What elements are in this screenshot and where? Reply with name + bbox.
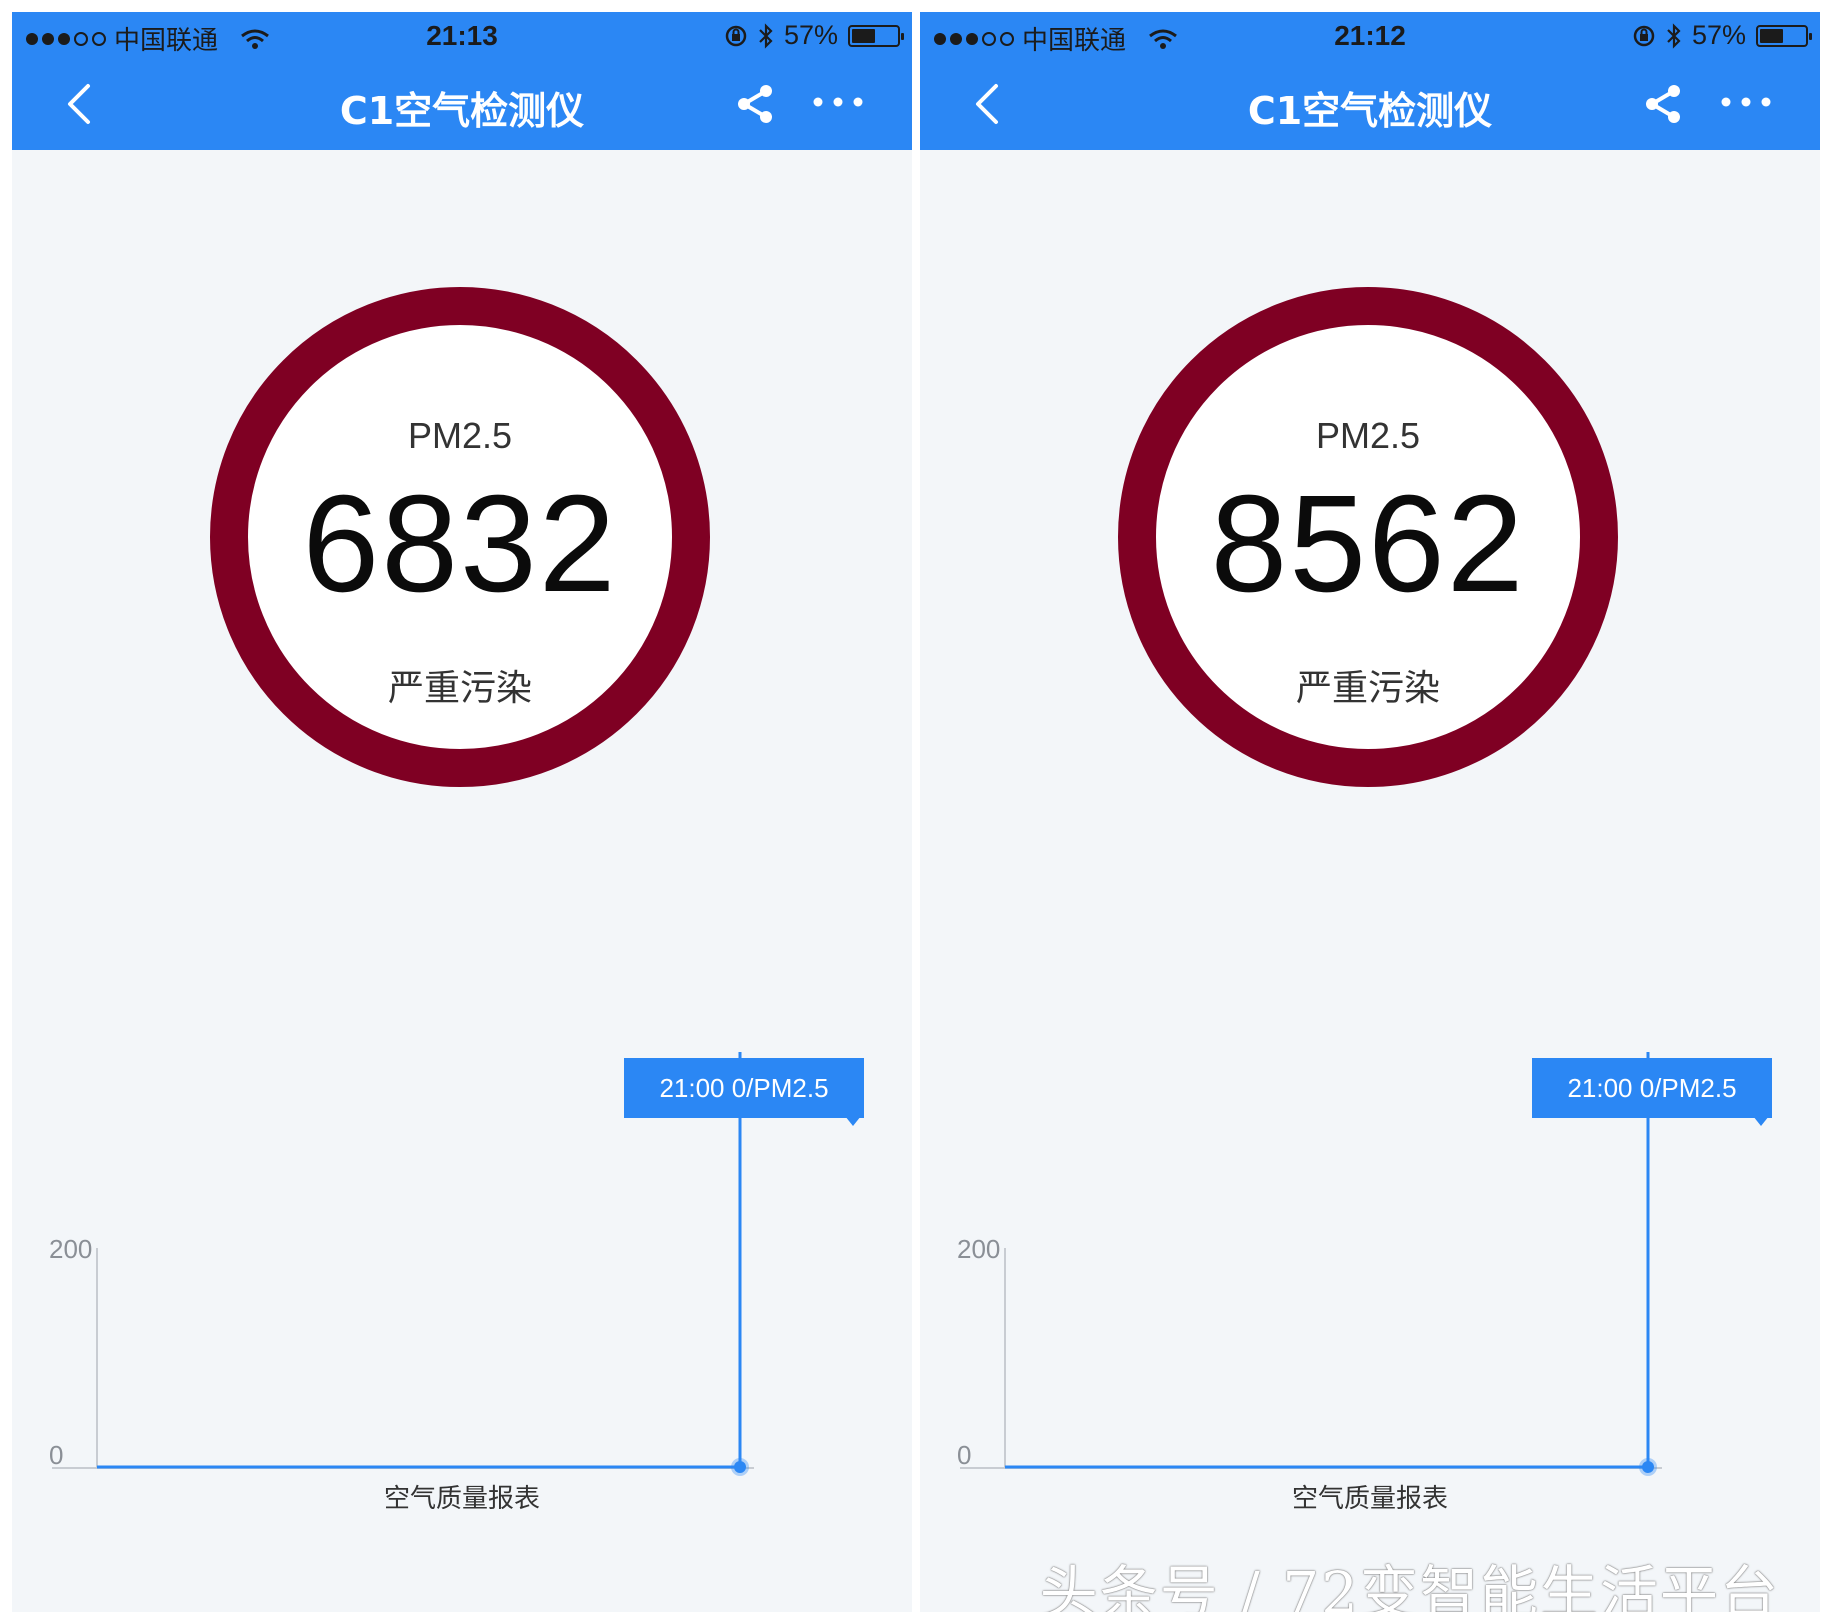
gauge-label: PM2.5: [1315, 415, 1421, 456]
y-tick-label: 200: [957, 1234, 1000, 1264]
chart-tooltip: 21:00 0/PM2.5: [624, 1058, 864, 1118]
chart-caption: 空气质量报表: [1291, 1484, 1448, 1514]
status-right: 57%: [724, 20, 904, 51]
pm25-gauge: PM2.5 8562 严重污染: [1118, 287, 1618, 787]
bluetooth-icon: [1667, 22, 1681, 49]
y-tick-label: 0: [957, 1440, 971, 1470]
screenshot-stage: 中国联通 21:13 57% C1空气检测仪 PM2.5 6832 严重污染 2…: [0, 0, 1830, 1624]
gauge-value: 6832: [302, 467, 618, 621]
more-icon[interactable]: [810, 92, 866, 112]
battery-fill: [852, 28, 876, 43]
phone-screen-left: 中国联通 21:13 57% C1空气检测仪 PM2.5 6832 严重污染 2…: [12, 12, 912, 1612]
air-quality-chart: 2000: [957, 1052, 1662, 1476]
battery-percent: 57%: [1691, 20, 1746, 50]
header-bar: 中国联通 21:13 57% C1空气检测仪: [12, 12, 912, 150]
battery-icon: [848, 24, 904, 47]
orientation-lock-icon: [1633, 25, 1655, 46]
tooltip-caret: [845, 1116, 861, 1126]
battery-icon: [1756, 24, 1812, 47]
header-bar: 中国联通 21:12 57% C1空气检测仪: [920, 12, 1820, 150]
page-title: C1空气检测仪: [1247, 89, 1493, 133]
status-right: 57%: [1632, 20, 1812, 51]
battery-percent: 57%: [783, 20, 838, 50]
data-point: [734, 1461, 746, 1473]
watermark: 头条号 / 72变智能生活平台: [1039, 1559, 1780, 1612]
share-icon[interactable]: [733, 82, 777, 126]
phone-screen-right: 中国联通 21:12 57% C1空气检测仪 PM2.5 8562 严重污染 2…: [920, 12, 1820, 1612]
pm25-gauge: PM2.5 6832 严重污染: [210, 287, 710, 787]
nav-bar: C1空气检测仪: [12, 56, 912, 150]
gauge-status: 严重污染: [1295, 668, 1440, 709]
y-tick-label: 200: [49, 1234, 92, 1264]
gauge-value: 8562: [1210, 467, 1526, 621]
share-icon[interactable]: [1641, 82, 1685, 126]
gauge-status: 严重污染: [387, 668, 532, 709]
gauge-label: PM2.5: [407, 415, 513, 456]
orientation-lock-icon: [725, 25, 747, 46]
y-tick-label: 0: [49, 1440, 63, 1470]
data-point: [1642, 1461, 1654, 1473]
battery-fill: [1760, 28, 1784, 43]
nav-bar: C1空气检测仪: [920, 56, 1820, 150]
tooltip-caret: [1753, 1116, 1769, 1126]
chart-tooltip: 21:00 0/PM2.5: [1532, 1058, 1772, 1118]
status-bar: 中国联通 21:13 57%: [12, 12, 912, 56]
chart-caption: 空气质量报表: [383, 1484, 540, 1514]
air-quality-chart: 2000: [49, 1052, 754, 1476]
status-bar: 中国联通 21:12 57%: [920, 12, 1820, 56]
more-icon[interactable]: [1718, 92, 1774, 112]
bluetooth-icon: [759, 22, 773, 49]
page-title: C1空气检测仪: [339, 89, 585, 133]
